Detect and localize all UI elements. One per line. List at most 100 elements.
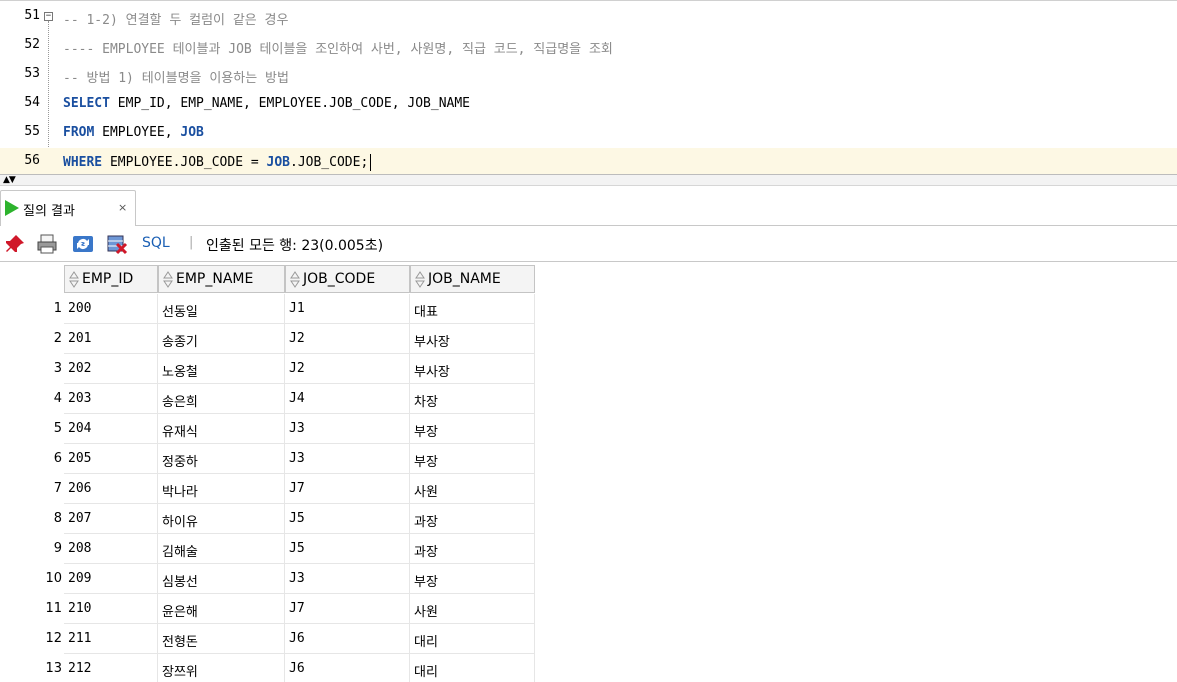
sort-icon[interactable] (69, 271, 79, 288)
cell-emp-name[interactable]: 김해술 (158, 534, 285, 564)
cell-emp-id[interactable]: 208 (64, 534, 158, 564)
splitter-arrows-icon[interactable]: ▲▼ (3, 176, 16, 185)
cell-emp-name[interactable]: 하이유 (158, 504, 285, 534)
clear-results-icon[interactable] (106, 233, 128, 255)
cell-job-code[interactable]: J6 (285, 624, 410, 654)
cell-emp-id[interactable]: 207 (64, 504, 158, 534)
cell-job-name[interactable]: 사원 (410, 474, 535, 504)
cell-job-code[interactable]: J2 (285, 324, 410, 354)
cell-job-code[interactable]: J2 (285, 354, 410, 384)
table-row[interactable]: 10 209 심봉선 J3 부장 (0, 564, 540, 594)
cell-emp-name[interactable]: 노옹철 (158, 354, 285, 384)
tab-query-result[interactable]: 질의 결과 × (0, 190, 136, 226)
table-row[interactable]: 8 207 하이유 J5 과장 (0, 504, 540, 534)
cell-job-code[interactable]: J4 (285, 384, 410, 414)
cell-emp-id[interactable]: 209 (64, 564, 158, 594)
cell-emp-name[interactable]: 송종기 (158, 324, 285, 354)
cell-job-code[interactable]: J3 (285, 444, 410, 474)
pin-icon[interactable] (4, 233, 26, 255)
cell-emp-name[interactable]: 심봉선 (158, 564, 285, 594)
cell-job-name[interactable]: 과장 (410, 534, 535, 564)
cell-emp-name[interactable]: 윤은해 (158, 594, 285, 624)
cell-job-code[interactable]: J6 (285, 654, 410, 682)
column-header-label: JOB_NAME (428, 271, 501, 287)
cell-job-code[interactable]: J7 (285, 594, 410, 624)
cell-emp-id[interactable]: 202 (64, 354, 158, 384)
line-number: 52 (24, 37, 40, 52)
cell-job-name[interactable]: 대표 (410, 294, 535, 324)
code-line[interactable]: 56 WHERE EMPLOYEE.JOB_CODE = JOB.JOB_CODE… (0, 148, 1177, 177)
cell-job-name[interactable]: 부장 (410, 444, 535, 474)
code-line[interactable]: 55 FROM EMPLOYEE, JOB (0, 119, 1177, 148)
sql-link[interactable]: SQL (142, 235, 170, 251)
cell-job-code[interactable]: J5 (285, 534, 410, 564)
fold-toggle-icon[interactable]: − (44, 12, 53, 21)
cell-emp-id[interactable]: 201 (64, 324, 158, 354)
table-row[interactable]: 12 211 전형돈 J6 대리 (0, 624, 540, 654)
cell-emp-name[interactable]: 선동일 (158, 294, 285, 324)
cell-emp-name[interactable]: 장쯔위 (158, 654, 285, 682)
row-number: 6 (53, 451, 62, 466)
code-text: ---- EMPLOYEE 테이블과 JOB 테이블을 조인하여 사번, 사원명… (63, 38, 613, 57)
cell-emp-id[interactable]: 211 (64, 624, 158, 654)
cell-job-name[interactable]: 사원 (410, 594, 535, 624)
cell-emp-name[interactable]: 전형돈 (158, 624, 285, 654)
table-row[interactable]: 5 204 유재식 J3 부장 (0, 414, 540, 444)
cell-job-name[interactable]: 차장 (410, 384, 535, 414)
cell-job-code[interactable]: J3 (285, 414, 410, 444)
cell-emp-name[interactable]: 박나라 (158, 474, 285, 504)
cell-job-name[interactable]: 부사장 (410, 354, 535, 384)
cell-emp-id[interactable]: 205 (64, 444, 158, 474)
cell-job-name[interactable]: 대리 (410, 624, 535, 654)
cell-emp-name[interactable]: 정중하 (158, 444, 285, 474)
print-icon[interactable] (36, 233, 58, 255)
cell-emp-id[interactable]: 210 (64, 594, 158, 624)
table-row[interactable]: 9 208 김해술 J5 과장 (0, 534, 540, 564)
cell-job-code[interactable]: J5 (285, 504, 410, 534)
cell-emp-name[interactable]: 유재식 (158, 414, 285, 444)
sql-token: EMPLOYEE.JOB_CODE = (102, 155, 267, 170)
cell-job-code[interactable]: J1 (285, 294, 410, 324)
refresh-icon[interactable] (72, 233, 94, 255)
cell-job-code[interactable]: J7 (285, 474, 410, 504)
sql-editor[interactable]: 51− -- 1-2) 연결할 두 컬럼이 같은 경우 52 ---- EMPLOYE… (0, 0, 1177, 177)
cell-job-name[interactable]: 과장 (410, 504, 535, 534)
text-caret (370, 154, 372, 171)
table-row[interactable]: 2 201 송종기 J2 부사장 (0, 324, 540, 354)
table-row[interactable]: 1 200 선동일 J1 대표 (0, 294, 540, 324)
sort-icon[interactable] (290, 271, 300, 288)
cell-emp-id[interactable]: 200 (64, 294, 158, 324)
sort-icon[interactable] (415, 271, 425, 288)
code-line[interactable]: 51− -- 1-2) 연결할 두 컬럼이 같은 경우 (0, 3, 1177, 32)
cell-job-name[interactable]: 부장 (410, 564, 535, 594)
code-line[interactable]: 52 ---- EMPLOYEE 테이블과 JOB 테이블을 조인하여 사번, 사… (0, 32, 1177, 61)
cell-job-name[interactable]: 부장 (410, 414, 535, 444)
cell-emp-id[interactable]: 212 (64, 654, 158, 682)
table-row[interactable]: 3 202 노옹철 J2 부사장 (0, 354, 540, 384)
cell-emp-id[interactable]: 206 (64, 474, 158, 504)
table-row[interactable]: 7 206 박나라 J7 사원 (0, 474, 540, 504)
cell-job-name[interactable]: 부사장 (410, 324, 535, 354)
row-number: 12 (45, 631, 62, 646)
cell-emp-id[interactable]: 204 (64, 414, 158, 444)
table-row[interactable]: 6 205 정중하 J3 부장 (0, 444, 540, 474)
cell-job-code[interactable]: J3 (285, 564, 410, 594)
table-row[interactable]: 13 212 장쯔위 J6 대리 (0, 654, 540, 682)
column-header-job-name[interactable]: JOB_NAME (410, 265, 535, 293)
sort-icon[interactable] (163, 271, 173, 288)
sql-token: EMPLOYEE, (94, 125, 181, 140)
code-line[interactable]: 54 SELECT EMP_ID, EMP_NAME, EMPLOYEE.JOB_… (0, 90, 1177, 119)
cell-emp-name[interactable]: 송은희 (158, 384, 285, 414)
close-icon[interactable]: × (118, 201, 127, 214)
column-header-emp-name[interactable]: EMP_NAME (158, 265, 285, 293)
code-line[interactable]: 53 -- 방법 1) 테이블명을 이용하는 방법 (0, 61, 1177, 90)
cell-job-name[interactable]: 대리 (410, 654, 535, 682)
line-number: 55 (24, 124, 40, 139)
column-header-emp-id[interactable]: EMP_ID (64, 265, 158, 293)
result-grid[interactable]: EMP_ID EMP_NAME JOB_CODE JOB_NAME 1 200 선동일 J1… (0, 262, 1177, 682)
table-row[interactable]: 4 203 송은희 J4 차장 (0, 384, 540, 414)
table-row[interactable]: 11 210 윤은해 J7 사원 (0, 594, 540, 624)
pane-splitter[interactable]: ▲▼ (0, 174, 1177, 186)
cell-emp-id[interactable]: 203 (64, 384, 158, 414)
column-header-job-code[interactable]: JOB_CODE (285, 265, 410, 293)
